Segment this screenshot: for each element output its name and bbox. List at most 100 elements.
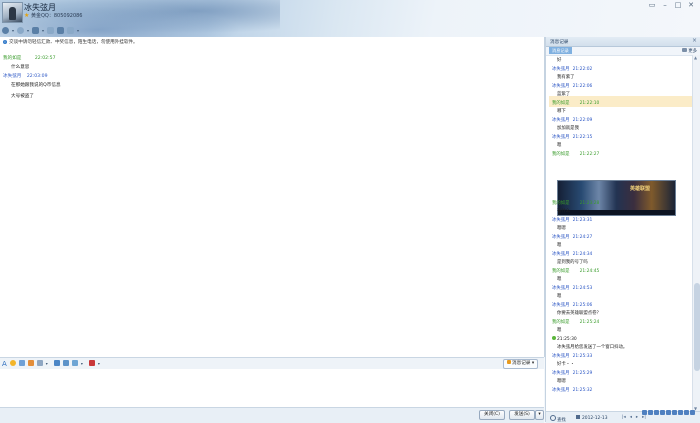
history-message-header: 冰失弦月 21:25:06 (552, 302, 592, 308)
calendar-icon (576, 415, 580, 419)
more-icon (682, 48, 688, 52)
maximize-icon[interactable]: □ (673, 1, 683, 9)
chat-message: 我的如是 22:02:57 什么意思 (3, 55, 56, 70)
minimize-icon[interactable]: – (660, 1, 670, 9)
close-button[interactable]: 关闭(C) (479, 410, 505, 420)
history-title: 消息记录 (550, 40, 569, 45)
info-icon: i (3, 40, 7, 44)
history-message-text: 加加就是我 (557, 126, 579, 131)
more-button[interactable]: 更多 (682, 48, 697, 54)
chevron-down-icon[interactable]: ▾ (12, 28, 14, 33)
chevron-down-icon[interactable]: ▾ (98, 361, 100, 366)
history-message-header: 冰失弦月 21:22:06 (552, 83, 592, 89)
last-page-icon[interactable]: ▸| (642, 415, 646, 420)
history-time: 21:25:30 (557, 337, 577, 342)
ime-icon[interactable] (690, 410, 695, 415)
send-button[interactable]: 发送(S) (509, 410, 535, 420)
chevron-down-icon[interactable]: ▾ (46, 361, 48, 366)
magic-emoji-icon[interactable] (18, 360, 25, 366)
message-sender: 我的如是 (3, 56, 22, 61)
history-time: 21:24:45 (579, 269, 600, 274)
history-message-text: 蓝紫了 (557, 92, 571, 97)
prev-page-icon[interactable]: ◂ (630, 415, 632, 420)
gift-icon[interactable] (71, 360, 78, 366)
history-sender: 冰失弦月 (552, 371, 570, 376)
next-page-icon[interactable]: ▸ (636, 415, 638, 420)
history-message-text: 嗯 (557, 277, 562, 282)
red-packet-icon[interactable] (88, 360, 95, 366)
voice-call-icon[interactable] (17, 27, 25, 34)
shake-icon[interactable] (27, 360, 34, 366)
history-message-header: 冰失弦月 21:22:02 (552, 66, 592, 72)
message-time: 22:02:57 (34, 56, 56, 61)
bottom-bar: 关闭(C) 发送(S) ▾ (0, 407, 544, 423)
apps-icon[interactable] (67, 27, 75, 34)
send-file-icon[interactable] (32, 27, 40, 34)
history-time: 21:24:27 (572, 235, 593, 240)
ime-icon[interactable] (654, 410, 659, 415)
history-image-message[interactable]: 英雄联盟 (557, 180, 676, 216)
emoji-icon[interactable] (9, 360, 16, 366)
contact-avatar[interactable] (2, 2, 23, 23)
window-controls: ▭ – □ ✕ (647, 1, 696, 9)
font-icon[interactable]: A (2, 360, 7, 368)
chevron-down-icon[interactable]: ▾ (27, 28, 29, 33)
contact-qq-number: 黄金QQ：805092086 (30, 13, 83, 19)
tab-message-record[interactable]: 消息记录 (549, 47, 572, 54)
chat-message-area[interactable]: i 交谈中请勿轻信汇款、中奖信息，陌生电话，勿使用外挂软件。 我的如是 22:02… (0, 37, 545, 357)
image-icon[interactable] (53, 360, 60, 366)
history-message-header: 21:25:30 (552, 336, 577, 342)
history-sender: 冰失弦月 (552, 252, 570, 257)
first-page-icon[interactable]: |◂ (622, 415, 626, 420)
message-time: 22:03:09 (26, 74, 48, 79)
history-time: 21:24:53 (572, 286, 593, 291)
close-icon[interactable]: × (692, 37, 697, 44)
message-text: 什么意思 (11, 65, 30, 70)
history-sender: 冰失弦月 (552, 388, 570, 393)
history-message-list[interactable]: 英雄联盟 好冰失弦月 21:22:02 我有紫了 冰失弦月 21:22:06 蓝紫了 我的如… (546, 55, 692, 411)
history-message-text: 好 (557, 58, 562, 63)
history-message-header: 冰失弦月 21:22:15 (552, 134, 592, 140)
history-sender: 冰失弦月 (552, 286, 570, 291)
close-icon[interactable]: ✕ (686, 1, 696, 9)
history-time: 21:22:15 (572, 135, 593, 140)
history-sender: 我的如是 (552, 320, 570, 325)
video-call-icon[interactable] (2, 27, 9, 34)
history-message-text: 你要去英雄联盟点卷？ (557, 311, 601, 316)
ime-icon[interactable] (666, 410, 671, 415)
history-message-header: 我的如是 21:25:24 (552, 319, 599, 325)
message-input[interactable] (0, 369, 544, 407)
ime-icon[interactable] (648, 410, 653, 415)
message-sender: 冰失弦月 (3, 74, 22, 79)
history-sender: 冰失弦月 (552, 84, 570, 89)
history-message-text: 嗯 (557, 243, 562, 248)
music-icon[interactable] (62, 360, 69, 366)
history-sender: 冰失弦月 (552, 354, 570, 359)
chat-message: 大号被盗了 (3, 93, 34, 99)
ime-icon[interactable] (672, 410, 677, 415)
ime-icon[interactable] (660, 410, 665, 415)
message-record-button[interactable]: 消息记录 ▾ (503, 359, 539, 369)
chevron-down-icon[interactable]: ▾ (77, 28, 79, 33)
chevron-down-icon[interactable]: ▾ (81, 361, 83, 366)
chevron-down-icon[interactable]: ▾ (42, 28, 44, 33)
ime-icon[interactable] (642, 410, 647, 415)
remote-assist-icon[interactable] (47, 27, 55, 34)
chevron-down-icon: ▾ (531, 361, 535, 366)
scrollbar-thumb[interactable] (694, 283, 700, 371)
create-group-icon[interactable] (57, 27, 65, 34)
scroll-up-icon[interactable]: ▲ (694, 55, 697, 60)
skin-icon[interactable]: ▭ (647, 1, 657, 9)
send-options-button[interactable]: ▾ (535, 410, 544, 420)
contact-status: ★ 黄金QQ：805092086 (24, 12, 83, 19)
history-message-header: 我的如是 21:22:27 (552, 151, 599, 157)
history-message-text: 好卡・・ (557, 362, 575, 367)
history-message-header: 我的如是 21:24:45 (552, 268, 599, 274)
history-date-picker[interactable]: 2012-12-13 (576, 415, 608, 421)
history-time: 21:25:32 (572, 388, 593, 393)
history-time: 21:23:31 (572, 218, 593, 223)
ime-icon[interactable] (678, 410, 683, 415)
ime-icon[interactable] (684, 410, 689, 415)
history-scrollbar[interactable]: ▲ ▼ (692, 55, 700, 411)
screenshot-icon[interactable] (36, 360, 43, 366)
